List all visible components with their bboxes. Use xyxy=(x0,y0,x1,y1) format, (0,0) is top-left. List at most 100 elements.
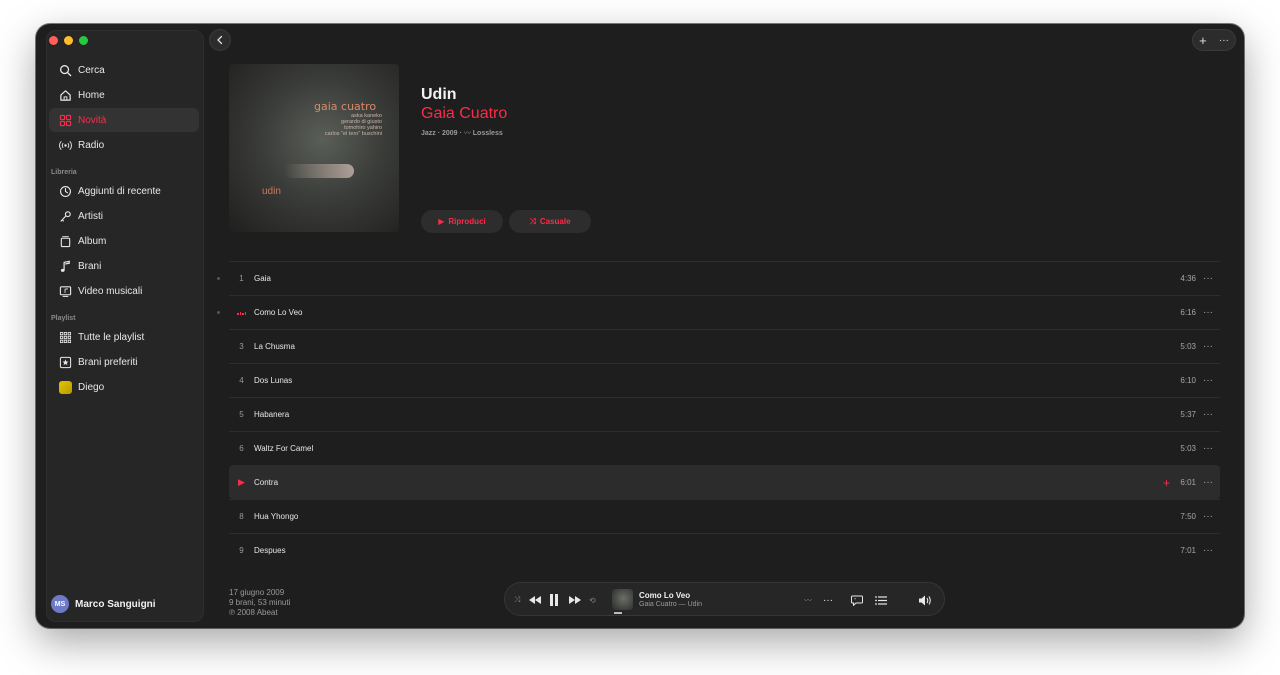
previous-track-button[interactable] xyxy=(529,583,541,617)
next-track-button[interactable] xyxy=(569,583,581,617)
sidebar-item-label: Tutte le playlist xyxy=(78,331,145,343)
cover-band: gaia cuatro xyxy=(314,100,377,113)
chevron-left-icon xyxy=(217,35,223,45)
status-dot xyxy=(217,311,220,314)
library-section-label: Libreria xyxy=(51,169,77,176)
video-icon xyxy=(58,284,72,298)
star-icon xyxy=(58,355,72,369)
sidebar-item-songs[interactable]: Brani xyxy=(49,254,199,278)
sidebar-item-label: Cerca xyxy=(78,64,105,76)
table-row[interactable]: 1 Gaia 4:36 ··· xyxy=(217,261,1220,295)
sidebar-item-label: Album xyxy=(78,235,107,247)
table-row[interactable]: 8 Hua Yhongo 7:50 ··· xyxy=(229,499,1220,533)
now-playing-artwork[interactable] xyxy=(612,589,633,610)
album-artist[interactable]: Gaia Cuatro xyxy=(421,105,507,123)
avatar: MS xyxy=(51,595,69,613)
shuffle-icon[interactable]: ⤨ xyxy=(514,583,520,617)
more-options-icon[interactable]: ··· xyxy=(823,583,833,617)
more-icon[interactable]: ··· xyxy=(1196,511,1220,522)
sidebar-item-label: Home xyxy=(78,89,105,101)
sidebar-item-favorite-songs[interactable]: Brani preferiti xyxy=(49,350,199,374)
now-playing-title: Como Lo Veo xyxy=(639,591,691,600)
sidebar-item-label: Aggiunti di recente xyxy=(78,185,161,197)
play-button[interactable]: ▶ Riproduci xyxy=(421,210,503,233)
sidebar-item-label: Video musicali xyxy=(78,285,143,297)
more-icon[interactable]: ··· xyxy=(1196,375,1220,386)
user-account[interactable]: MS Marco Sanguigni xyxy=(51,595,156,613)
status-dot xyxy=(217,277,220,280)
grid-dots-icon xyxy=(58,330,72,344)
sidebar-item-label: Novità xyxy=(78,114,107,126)
lyrics-icon[interactable]: " xyxy=(851,583,863,617)
add-to-library-icon[interactable]: + xyxy=(1163,476,1170,490)
more-icon[interactable]: ··· xyxy=(1196,273,1220,284)
album-summary: 9 brani, 53 minuti xyxy=(229,598,291,607)
lossless-icon: 〰 xyxy=(804,595,812,605)
play-track-icon[interactable]: ▶ xyxy=(229,477,254,488)
more-icon[interactable]: ··· xyxy=(1196,443,1220,454)
table-row[interactable]: 6 Waltz For Camel 5:03 ··· xyxy=(229,431,1220,465)
now-playing-subtitle[interactable]: Gaia Cuatro — Udin xyxy=(639,601,702,608)
sidebar-item-recently-added[interactable]: Aggiunti di recente xyxy=(49,179,199,203)
repeat-icon[interactable]: ⟲ xyxy=(589,583,596,617)
copyright: ℗ 2008 Abeat xyxy=(229,608,278,617)
add-button[interactable]: + xyxy=(1199,33,1207,48)
volume-icon[interactable] xyxy=(918,583,934,617)
window-controls xyxy=(49,36,88,45)
album-cover: gaia cuatro aska kaneko gerardo di giust… xyxy=(229,64,399,232)
svg-text:": " xyxy=(854,597,856,603)
sidebar-item-artists[interactable]: Artisti xyxy=(49,204,199,228)
table-row[interactable]: 5 Habanera 5:37 ··· xyxy=(229,397,1220,431)
sidebar-item-album[interactable]: Album xyxy=(49,229,199,253)
sidebar: Cerca Home Novità Radio Libreria Aggiunt… xyxy=(46,30,204,622)
album-icon xyxy=(58,234,72,248)
sidebar-item-label: Diego xyxy=(78,381,105,393)
mini-player: ⤨ ⟲ Como Lo Veo Gaia Cuatro — Udin 〰 ···… xyxy=(504,582,945,616)
cover-members: aska kaneko gerardo di giusto tomohiro y… xyxy=(324,113,382,137)
queue-list-icon[interactable] xyxy=(875,583,887,617)
cover-title: udin xyxy=(262,186,281,197)
playlist-section-label: Playlist xyxy=(51,315,76,322)
user-name: Marco Sanguigni xyxy=(75,598,156,610)
track-list: 1 Gaia 4:36 ··· Como Lo Veo 6:16 ··· 3 L… xyxy=(217,261,1220,567)
table-row[interactable]: 3 La Chusma 5:03 ··· xyxy=(229,329,1220,363)
zoom-window-button[interactable] xyxy=(79,36,88,45)
sidebar-item-new[interactable]: Novità xyxy=(49,108,199,132)
release-date: 17 giugno 2009 xyxy=(229,588,285,597)
more-icon[interactable]: ··· xyxy=(1196,307,1220,318)
table-row[interactable]: 9 Despues 7:01 ··· xyxy=(229,533,1220,567)
now-playing-icon xyxy=(229,308,254,317)
sidebar-item-label: Brani preferiti xyxy=(78,356,138,368)
more-icon[interactable]: ··· xyxy=(1196,545,1220,556)
sidebar-item-search[interactable]: Cerca xyxy=(49,58,199,82)
music-note-icon xyxy=(58,259,72,273)
more-icon[interactable]: ··· xyxy=(1196,477,1220,488)
more-options-button[interactable]: ··· xyxy=(1219,35,1229,46)
top-actions: + ··· xyxy=(1192,29,1236,51)
clock-icon xyxy=(58,184,72,198)
album-footer-info: 17 giugno 2009 9 brani, 53 minuti ℗ 2008… xyxy=(229,588,290,618)
playlist-thumbnail xyxy=(58,380,72,394)
back-button[interactable] xyxy=(209,29,231,51)
progress-indicator[interactable] xyxy=(614,612,622,614)
more-icon[interactable]: ··· xyxy=(1196,341,1220,352)
sidebar-item-label: Brani xyxy=(78,260,102,272)
sidebar-item-radio[interactable]: Radio xyxy=(49,133,199,157)
table-row[interactable]: ▶ Contra + 6:01 ··· xyxy=(229,465,1220,499)
sidebar-item-music-videos[interactable]: Video musicali xyxy=(49,279,199,303)
minimize-window-button[interactable] xyxy=(64,36,73,45)
sidebar-item-all-playlists[interactable]: Tutte le playlist xyxy=(49,325,199,349)
shuffle-icon: ⤨ xyxy=(529,216,536,226)
sidebar-item-home[interactable]: Home xyxy=(49,83,199,107)
lossless-icon: 〰 xyxy=(463,130,473,137)
album-title: Udin xyxy=(421,86,457,103)
search-icon xyxy=(58,63,72,77)
sidebar-item-playlist-diego[interactable]: Diego xyxy=(49,375,199,399)
table-row[interactable]: 4 Dos Lunas 6:10 ··· xyxy=(229,363,1220,397)
sidebar-item-label: Radio xyxy=(78,139,105,151)
pause-button[interactable] xyxy=(549,583,559,617)
table-row[interactable]: Como Lo Veo 6:16 ··· xyxy=(217,295,1220,329)
shuffle-button[interactable]: ⤨ Casuale xyxy=(509,210,591,233)
close-window-button[interactable] xyxy=(49,36,58,45)
more-icon[interactable]: ··· xyxy=(1196,409,1220,420)
